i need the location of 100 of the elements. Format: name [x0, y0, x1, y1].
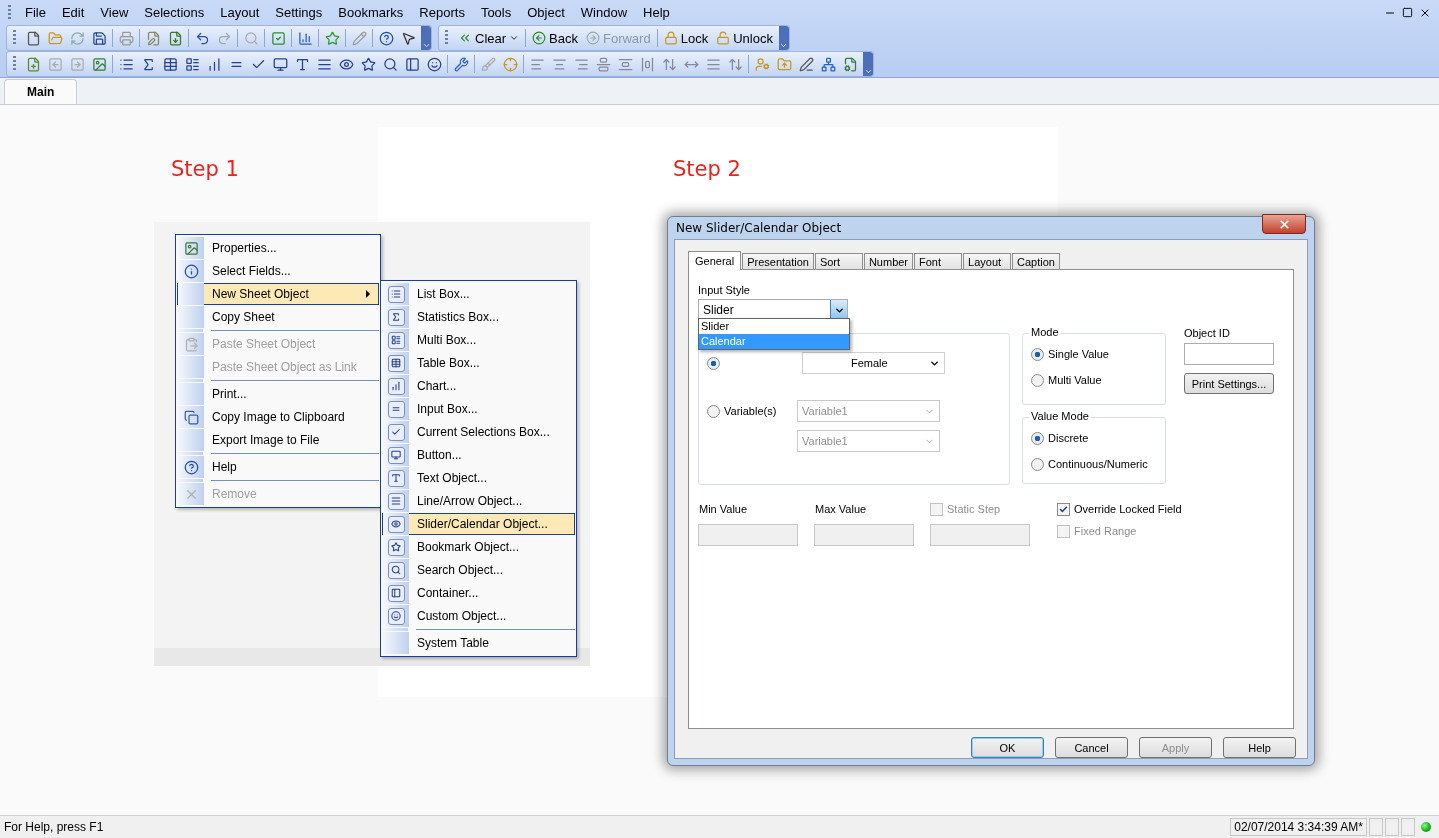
menu-item[interactable]: Table Box... [382, 352, 575, 374]
search-icon [387, 561, 405, 579]
step-label: Step 1 [171, 157, 239, 181]
range-field[interactable] [814, 524, 914, 546]
menu-item[interactable]: New Sheet Object [177, 283, 379, 305]
caret-icon [509, 33, 520, 43]
dialog-tab[interactable]: General [688, 251, 742, 270]
menu-item[interactable]: Export Image to File [177, 429, 379, 451]
menu-item[interactable]: Statistics Box... [382, 306, 575, 328]
text-icon [387, 469, 405, 487]
menu-item[interactable]: Slider/Calendar Object... [382, 513, 575, 535]
properties-icon [183, 240, 199, 256]
field-radio[interactable] [707, 356, 720, 370]
info-icon [183, 263, 199, 279]
submenu-arrow-icon [366, 290, 370, 298]
menu-item[interactable]: Print... [177, 383, 379, 405]
menu-item[interactable]: Custom Object... [382, 605, 575, 627]
menu-item[interactable]: File [17, 5, 54, 20]
input-box-icon [387, 400, 405, 418]
restore-icon[interactable] [1402, 6, 1413, 18]
check-icon [1059, 504, 1068, 514]
lines-icon [387, 492, 405, 510]
radio-option[interactable]: Discrete [1031, 430, 1157, 446]
menu-item[interactable]: Copy Image to Clipboard [177, 406, 379, 428]
menu-item[interactable]: Input Box... [382, 398, 575, 420]
menu-item[interactable]: Layout [212, 5, 268, 20]
copy-icon [183, 409, 199, 425]
dropdown-option[interactable]: Slider [699, 319, 849, 334]
menu-item[interactable]: Properties... [177, 237, 379, 259]
toolbar-overflow-icon[interactable] [778, 26, 789, 50]
range-field[interactable] [930, 524, 1030, 546]
dialog-button[interactable]: OK [971, 737, 1044, 758]
menu-item[interactable]: Selections [136, 5, 213, 20]
object-id-label: Object ID [1184, 327, 1231, 339]
forward-icon [586, 31, 600, 45]
range-label: Min Value [698, 502, 749, 517]
timestamp: 02/07/2014 3:34:39 AM* [1230, 818, 1367, 836]
variable-radio[interactable]: Variable(s) [707, 403, 785, 419]
group-title: Mode [1029, 326, 1061, 338]
toolbar-button[interactable]: Unlock [712, 30, 777, 46]
dialog-button[interactable]: Cancel [1055, 737, 1128, 758]
menu-item[interactable]: Object [519, 5, 573, 20]
bar-chart-icon [387, 377, 405, 395]
clear-icon [458, 31, 472, 45]
static-step-checkbox[interactable]: Static Step [930, 501, 1037, 517]
radio-option[interactable]: Continuous/Numeric [1031, 456, 1157, 472]
button-icon [387, 446, 405, 464]
menu-item[interactable]: Bookmark Object... [382, 536, 575, 558]
menu-item[interactable]: Select Fields... [177, 260, 379, 282]
radio-option[interactable]: Single Value [1031, 346, 1157, 362]
menu-item[interactable]: Container... [382, 582, 575, 604]
dialog-button[interactable]: Help [1223, 737, 1296, 758]
paste-icon [183, 336, 199, 352]
menu-item[interactable]: Window [572, 5, 636, 20]
menu-item[interactable]: Line/Arrow Object... [382, 490, 575, 512]
smiley-icon [387, 607, 405, 625]
dialog-title: New Slider/Calendar Object [676, 221, 843, 235]
menu-item[interactable]: Help [177, 456, 379, 478]
menu-item[interactable]: Button... [382, 444, 575, 466]
toolbar-overflow-icon[interactable] [863, 52, 873, 76]
close-button[interactable] [1262, 214, 1306, 234]
menu-item[interactable]: Chart... [382, 375, 575, 397]
menu-item[interactable]: Current Selections Box... [382, 421, 575, 443]
menu-item[interactable]: Edit [53, 5, 93, 20]
toolbar-button[interactable]: Clear [454, 30, 524, 46]
menu-item[interactable]: List Box... [382, 283, 575, 305]
menu-item[interactable]: Help [635, 5, 678, 20]
menu-item[interactable]: Bookmarks [330, 5, 412, 20]
print-settings-button[interactable]: Print Settings... [1184, 373, 1274, 394]
menu-item[interactable]: Copy Sheet [177, 306, 379, 328]
close-icon [1277, 217, 1291, 231]
group-title: Value Mode [1029, 410, 1091, 422]
menu-item[interactable]: Tools [472, 5, 520, 20]
checkbox[interactable]: Override Locked Field [1057, 501, 1182, 517]
menu-item[interactable]: System Table [382, 632, 575, 654]
menu-item[interactable]: Reports [411, 5, 473, 20]
lock-icon [663, 31, 678, 45]
back-icon [532, 31, 547, 45]
menu-item[interactable]: Search Object... [382, 559, 575, 581]
menu-item[interactable]: Text Object... [382, 467, 575, 489]
sheet-tab[interactable]: Main [4, 79, 78, 104]
menu-item[interactable]: View [92, 5, 137, 20]
help-icon [183, 459, 199, 475]
table-icon [387, 354, 405, 372]
list-icon [387, 285, 405, 303]
status-text: For Help, press F1 [4, 820, 105, 834]
step-label: Step 2 [673, 157, 741, 181]
object-id-field[interactable] [1184, 343, 1274, 365]
menu-item[interactable]: Multi Box... [382, 329, 575, 351]
input-style-label: Input Style [698, 284, 751, 296]
range-label: Max Value [814, 502, 868, 517]
toolbar-button[interactable]: Back [528, 30, 582, 46]
menu-item[interactable]: Settings [267, 5, 331, 20]
toolbar-button[interactable]: Lock [659, 30, 713, 46]
slider-icon [387, 515, 405, 533]
range-field[interactable] [698, 524, 798, 546]
field-dropdown[interactable]: Female [802, 352, 945, 374]
container-icon [387, 584, 405, 602]
input-style-dropdown[interactable]: Slider [698, 299, 848, 321]
radio-option[interactable]: Multi Value [1031, 372, 1157, 388]
